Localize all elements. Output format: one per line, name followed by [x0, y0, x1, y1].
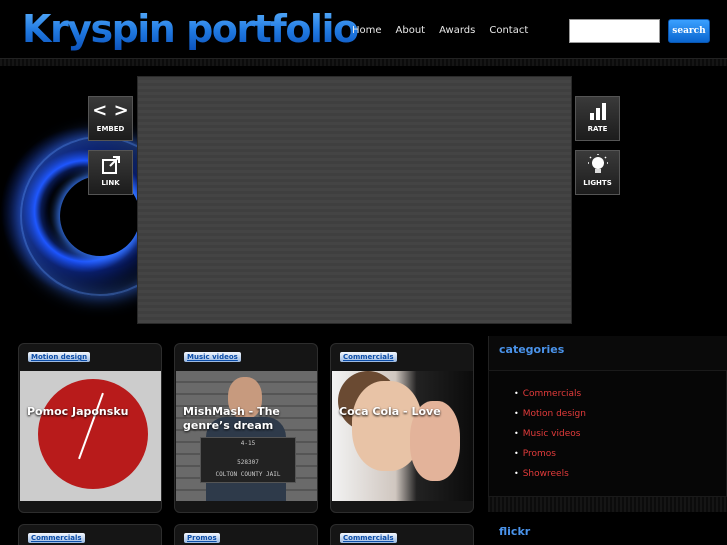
- category-link-showreels[interactable]: Showreels: [514, 469, 569, 479]
- link-label: LINK: [101, 179, 120, 187]
- thumbnail-kiss: [332, 371, 473, 501]
- lightbulb-icon: [576, 151, 619, 179]
- video-card[interactable]: Music videos 4-15 528307 COLTON COUNTY J…: [174, 343, 318, 513]
- card-thumbnail[interactable]: [20, 371, 161, 501]
- rate-label: RATE: [587, 125, 608, 133]
- rate-button[interactable]: RATE: [575, 96, 620, 141]
- video-player[interactable]: [137, 76, 572, 324]
- categories-heading: categories: [499, 343, 565, 356]
- search-input[interactable]: [569, 19, 660, 43]
- card-thumbnail[interactable]: 4-15 528307 COLTON COUNTY JAIL: [176, 371, 317, 501]
- card-category-tag[interactable]: Promos: [184, 533, 220, 543]
- card-category-tag[interactable]: Commercials: [340, 352, 397, 362]
- link-icon: [89, 151, 132, 179]
- nav-home[interactable]: Home: [345, 24, 389, 38]
- category-link-music-videos[interactable]: Music videos: [514, 429, 581, 439]
- embed-icon: < >: [92, 100, 129, 121]
- lights-label: LIGHTS: [583, 179, 612, 187]
- nav-contact[interactable]: Contact: [482, 24, 535, 38]
- nav-awards[interactable]: Awards: [432, 24, 482, 38]
- site-logo[interactable]: Kryspin portfolio: [22, 6, 359, 52]
- rate-icon: [576, 97, 619, 125]
- thumbnail-japan: [20, 371, 161, 501]
- mugshot-date: 4-15: [240, 440, 256, 447]
- mugshot-board: 4-15 528307 COLTON COUNTY JAIL: [200, 437, 296, 483]
- mugshot-board-text: COLTON COUNTY JAIL: [215, 471, 281, 478]
- card-category-tag[interactable]: Commercials: [340, 533, 397, 543]
- card-title[interactable]: MishMash - The genre’s dream: [183, 405, 313, 433]
- category-link-promos[interactable]: Promos: [514, 449, 556, 459]
- red-sun: [38, 379, 148, 489]
- video-card[interactable]: Motion design Pomoc Japonsku: [18, 343, 162, 513]
- mugshot-number: 528307: [237, 459, 259, 466]
- link-button[interactable]: LINK: [88, 150, 133, 195]
- embed-button[interactable]: < > EMBED: [88, 96, 133, 141]
- card-category-tag[interactable]: Music videos: [184, 352, 241, 362]
- video-card[interactable]: Promos: [174, 524, 318, 545]
- header: Kryspin portfolio Home About Awards Cont…: [0, 0, 727, 58]
- video-card[interactable]: Commercials: [330, 524, 474, 545]
- embed-label: EMBED: [96, 125, 125, 133]
- main-nav: Home About Awards Contact: [345, 24, 535, 38]
- card-category-tag[interactable]: Commercials: [28, 533, 85, 543]
- video-card[interactable]: Commercials Coca Cola - Love: [330, 343, 474, 513]
- card-title[interactable]: Pomoc Japonsku: [27, 405, 157, 419]
- nav-about[interactable]: About: [389, 24, 433, 38]
- category-link-motion-design[interactable]: Motion design: [514, 409, 586, 419]
- video-card[interactable]: Commercials: [18, 524, 162, 545]
- card-thumbnail[interactable]: [332, 371, 473, 501]
- card-title[interactable]: Coca Cola - Love: [339, 405, 469, 419]
- sidebar-divider: [488, 497, 727, 512]
- category-link-commercials[interactable]: Commercials: [514, 389, 582, 399]
- search-button[interactable]: search: [668, 19, 710, 43]
- lights-button[interactable]: LIGHTS: [575, 150, 620, 195]
- card-category-tag[interactable]: Motion design: [28, 352, 91, 362]
- thumbnail-mugshot: 4-15 528307 COLTON COUNTY JAIL: [176, 371, 317, 501]
- flickr-heading: flickr: [499, 525, 531, 538]
